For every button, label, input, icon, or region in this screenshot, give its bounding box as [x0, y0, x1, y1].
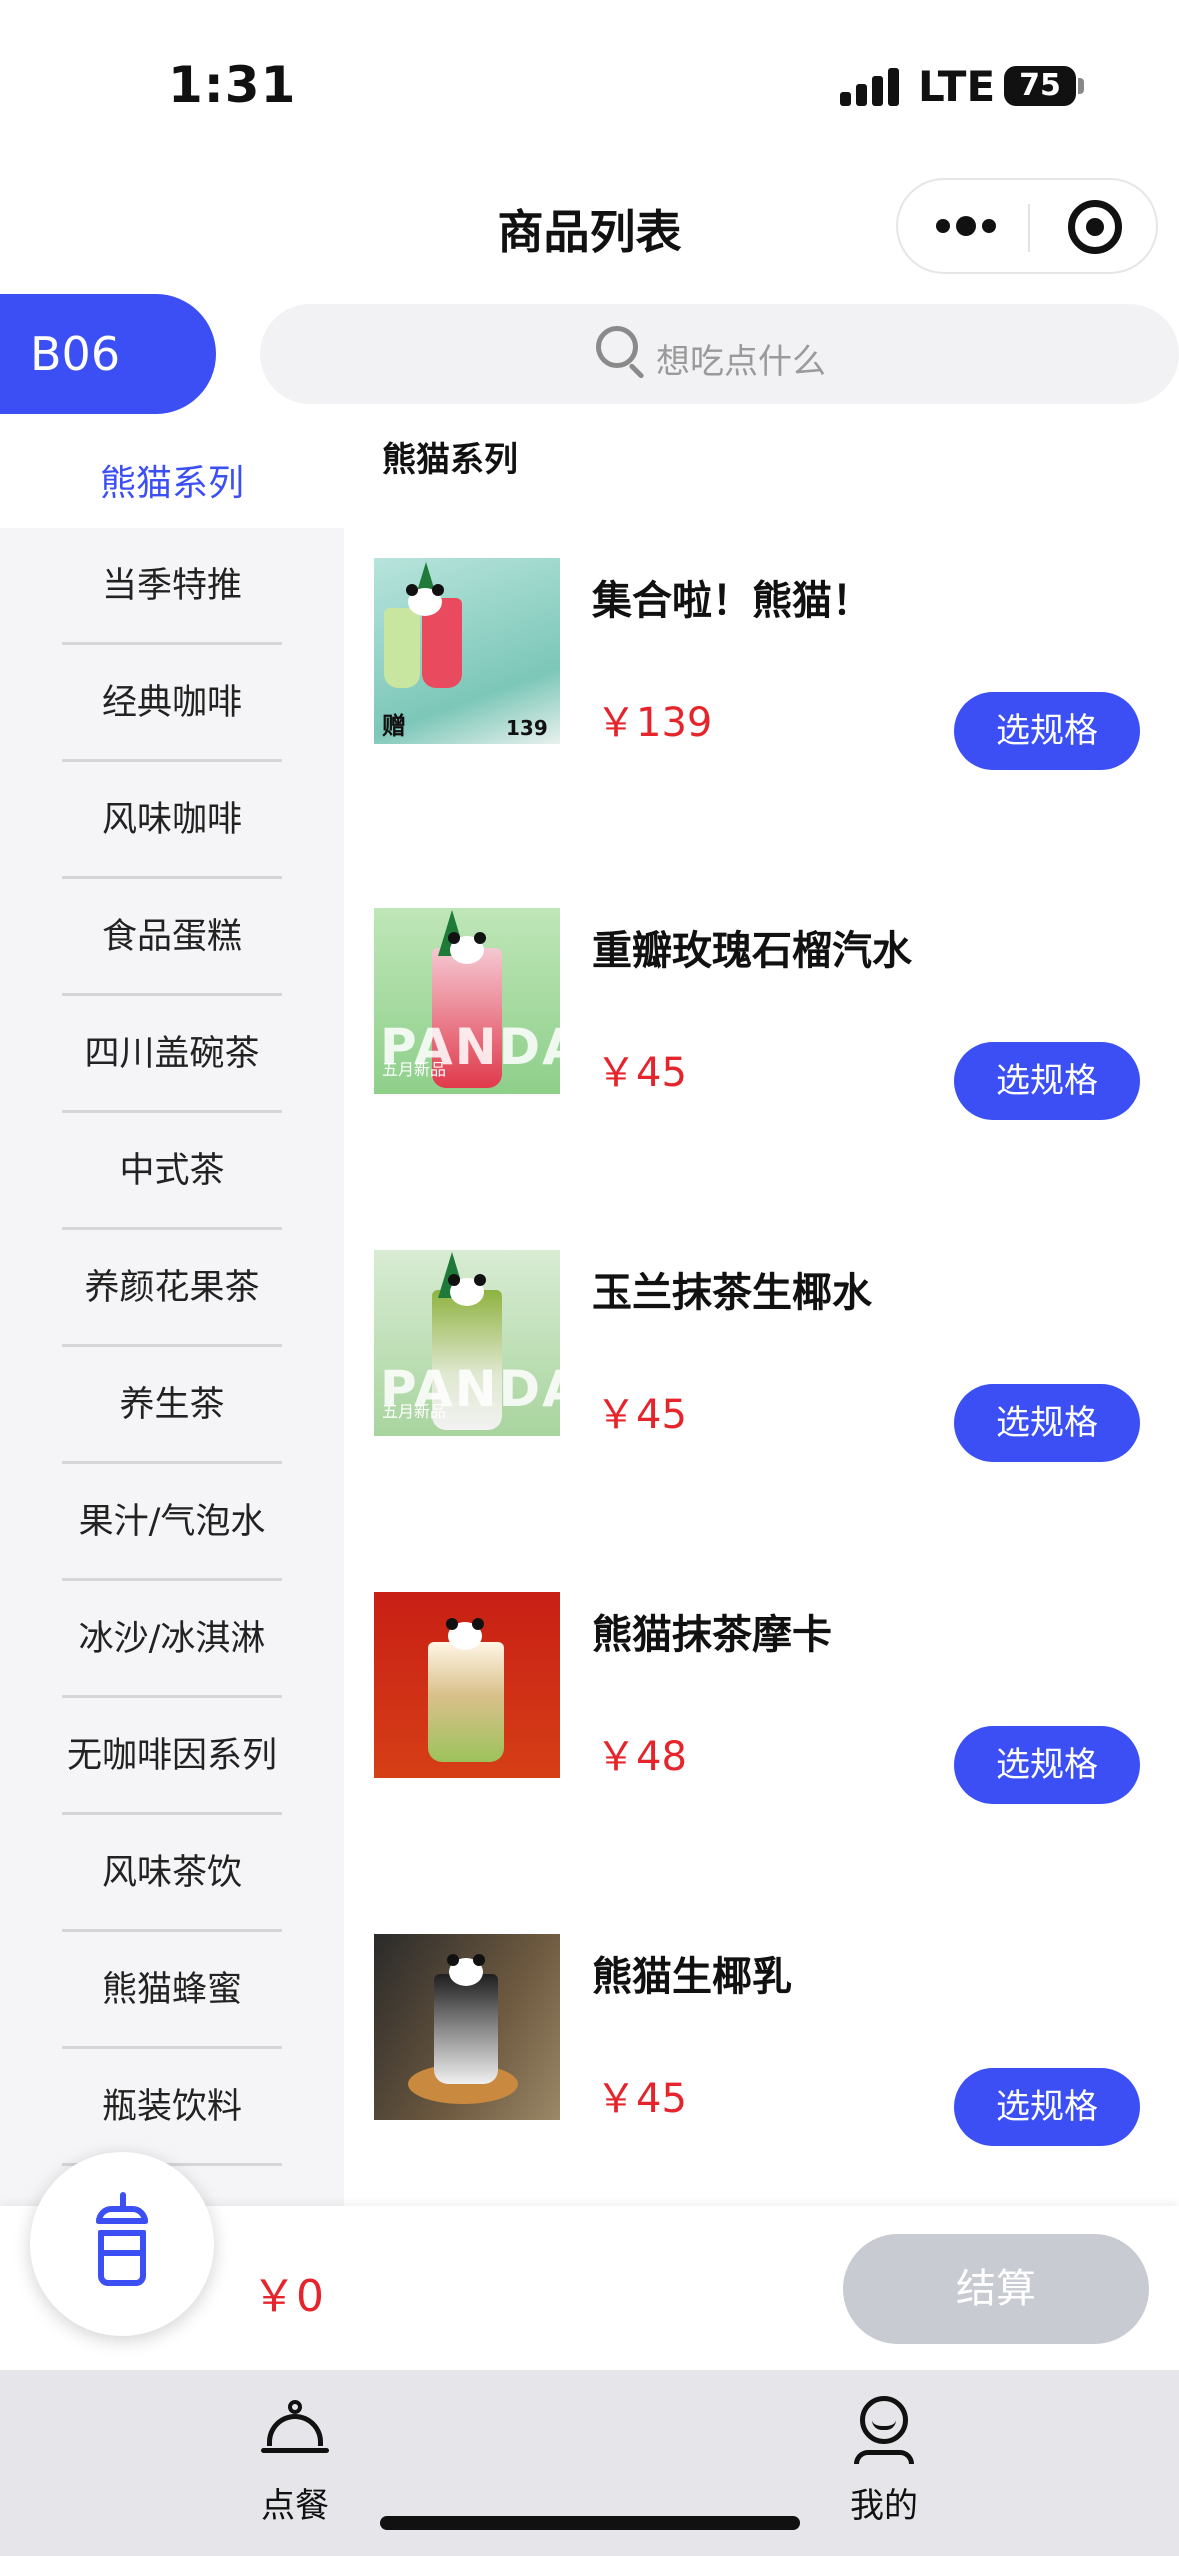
sidebar-item[interactable]: 养颜花果茶 [0, 1230, 344, 1347]
sidebar-item-label: 无咖啡因系列 [66, 1736, 277, 1776]
battery-tip [1078, 78, 1084, 94]
tab-mine[interactable]: 我的 [784, 2370, 984, 2556]
product-image [374, 1934, 560, 2120]
sidebar-item-label: 养颜花果茶 [84, 1268, 260, 1308]
product-item[interactable]: PANDA 五月新品 玉兰抹茶生椰水 ￥45 选规格 [374, 1250, 1179, 1462]
sidebar-item[interactable]: 风味茶饮 [0, 1815, 344, 1932]
product-image: 赠 139 [374, 558, 560, 744]
product-item[interactable]: 熊猫生椰乳 ￥45 选规格 [374, 1934, 1179, 2146]
tab-label: 点餐 [261, 2486, 329, 2526]
sidebar-item-label: 瓶装饮料 [101, 2087, 242, 2127]
image-price-text: 139 [506, 716, 548, 740]
product-image [374, 1592, 560, 1778]
product-name: 玉兰抹茶生椰水 [592, 1270, 872, 1316]
cart-total: ￥0 [252, 2271, 324, 2322]
product-image: PANDA 五月新品 [374, 908, 560, 1094]
sidebar-item[interactable]: 瓶装饮料 [0, 2049, 344, 2166]
image-gift-text: 赠 [382, 712, 406, 740]
sidebar-item-label: 中式茶 [119, 1151, 225, 1191]
section-title: 熊猫系列 [382, 440, 518, 480]
sidebar-item[interactable]: 养生茶 [0, 1347, 344, 1464]
product-price: ￥48 [596, 1734, 687, 1780]
status-bar: 1:31 LTE 75 [0, 0, 1179, 160]
capsule-divider [1028, 204, 1030, 252]
search-placeholder: 想吃点什么 [656, 342, 826, 382]
mini-program-capsule [896, 178, 1158, 274]
sidebar-item[interactable]: 四川盖碗茶 [0, 996, 344, 1113]
sidebar-item[interactable]: 无咖啡因系列 [0, 1698, 344, 1815]
user-icon [854, 2396, 914, 2464]
sidebar-item-label: 四川盖碗茶 [84, 1034, 260, 1074]
page: 1:31 LTE 75 商品列表 B06 想吃点什么 熊猫系列 当季特推 经典咖… [0, 0, 1179, 2556]
sidebar-item-label: 经典咖啡 [101, 683, 242, 723]
sidebar-item-active[interactable]: 熊猫系列 [0, 414, 344, 528]
sidebar-item[interactable]: 冰沙/冰淇淋 [0, 1581, 344, 1698]
dish-icon [261, 2400, 329, 2466]
sidebar-item[interactable]: 当季特推 [0, 528, 344, 645]
product-image: PANDA 五月新品 [374, 1250, 560, 1436]
sidebar-item-label: 食品蛋糕 [101, 917, 242, 957]
sidebar-item[interactable]: 果汁/气泡水 [0, 1464, 344, 1581]
search-icon [596, 326, 648, 380]
product-name: 熊猫抹茶摩卡 [592, 1612, 832, 1658]
product-price: ￥139 [596, 700, 713, 746]
product-name: 集合啦！熊猫！ [592, 578, 872, 624]
product-name: 熊猫生椰乳 [592, 1954, 792, 2000]
product-name: 重瓣玫瑰石榴汽水 [592, 928, 912, 974]
product-item[interactable]: 赠 139 集合啦！熊猫！ ￥139 选规格 [374, 558, 1179, 770]
network-type: LTE [918, 62, 996, 111]
sidebar-item-label: 养生茶 [119, 1385, 225, 1425]
cart-button[interactable] [30, 2152, 214, 2336]
signal-icon [840, 66, 900, 106]
checkout-button[interactable]: 结算 [843, 2234, 1149, 2344]
tab-order[interactable]: 点餐 [195, 2370, 395, 2556]
search-input[interactable]: 想吃点什么 [260, 304, 1179, 404]
select-spec-button[interactable]: 选规格 [954, 1384, 1140, 1462]
battery-icon: 75 [1004, 66, 1076, 106]
select-spec-button[interactable]: 选规格 [954, 1042, 1140, 1120]
more-icon[interactable] [936, 214, 996, 238]
home-indicator [380, 2516, 800, 2530]
product-price: ￥45 [596, 1050, 687, 1096]
sidebar-item-label: 果汁/气泡水 [78, 1502, 266, 1542]
sidebar-item-label: 熊猫蜂蜜 [101, 1970, 242, 2010]
image-sub-text: 五月新品 [382, 1060, 447, 1079]
tab-label: 我的 [850, 2486, 918, 2526]
cup-icon [90, 2192, 154, 2292]
select-spec-button[interactable]: 选规格 [954, 1726, 1140, 1804]
sidebar-item-label: 风味咖啡 [101, 800, 242, 840]
product-item[interactable]: PANDA 五月新品 重瓣玫瑰石榴汽水 ￥45 选规格 [374, 908, 1179, 1120]
sidebar-item[interactable]: 食品蛋糕 [0, 879, 344, 996]
sidebar-item-label: 风味茶饮 [101, 1853, 242, 1893]
close-target-icon[interactable] [1068, 200, 1122, 254]
product-item[interactable]: 熊猫抹茶摩卡 ￥48 选规格 [374, 1592, 1179, 1804]
product-price: ￥45 [596, 1392, 687, 1438]
sidebar-item[interactable]: 风味咖啡 [0, 762, 344, 879]
image-sub-text: 五月新品 [382, 1402, 447, 1421]
table-number-badge: B06 [0, 294, 216, 414]
status-time: 1:31 [168, 56, 297, 114]
sidebar-item[interactable]: 熊猫蜂蜜 [0, 1932, 344, 2049]
product-price: ￥45 [596, 2076, 687, 2122]
select-spec-button[interactable]: 选规格 [954, 692, 1140, 770]
sidebar-item-label: 冰沙/冰淇淋 [78, 1619, 266, 1659]
category-sidebar: 熊猫系列 当季特推 经典咖啡 风味咖啡 食品蛋糕 四川盖碗茶 中式茶 养颜花果茶… [0, 414, 344, 2214]
sidebar-item[interactable]: 经典咖啡 [0, 645, 344, 762]
select-spec-button[interactable]: 选规格 [954, 2068, 1140, 2146]
sidebar-item-label: 当季特推 [101, 566, 242, 606]
sidebar-item[interactable]: 中式茶 [0, 1113, 344, 1230]
